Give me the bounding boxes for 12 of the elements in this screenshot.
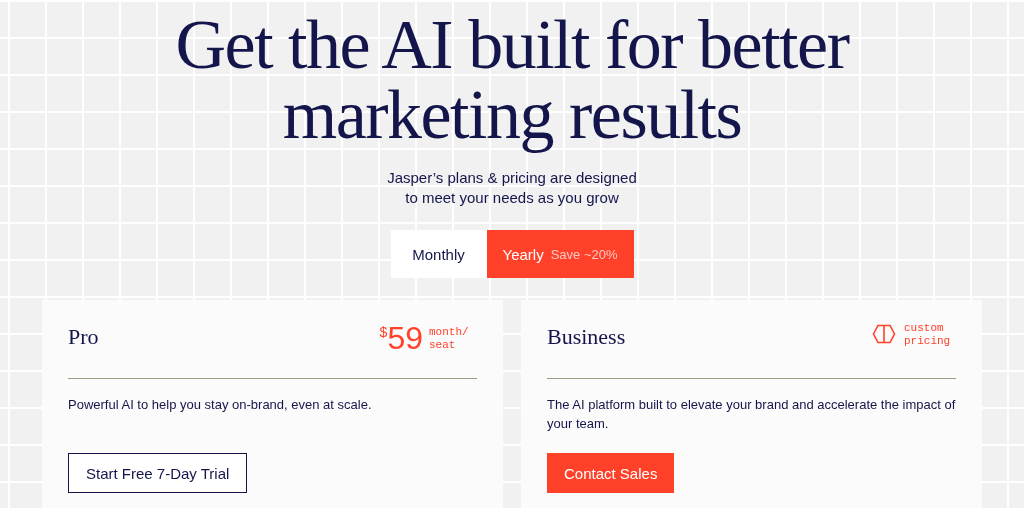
plan-name: Business [547,324,626,350]
subtitle: Jasper’s plans & pricing are designed to meet your needs as you grow [386,168,638,208]
price-unit: custom pricing [904,322,952,348]
currency-symbol: $ [379,324,388,340]
hexagon-icon [872,324,896,344]
plan-description: Powerful AI to help you stay on-brand, even at scale. [68,396,373,414]
plan-description: The AI platform built to elevate your brand and accelerate the impact of your team. [547,396,956,433]
trial-button[interactable]: Start Free 7-Day Trial [68,453,248,493]
price-amount: 59 [387,322,423,354]
billing-tab[interactable]: Monthly [390,230,487,278]
plan-name: Pro [68,324,99,350]
price-unit: month/ seat [429,326,470,352]
